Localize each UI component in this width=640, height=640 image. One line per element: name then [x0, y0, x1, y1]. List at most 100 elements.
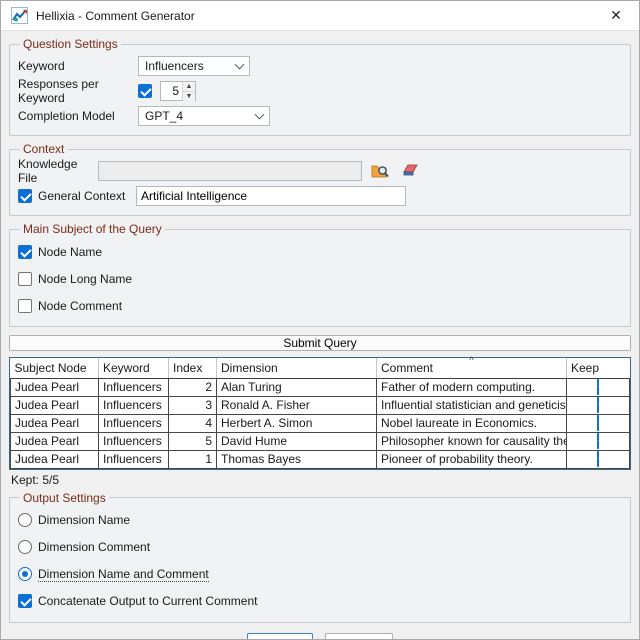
- cell-dimension[interactable]: Ronald A. Fisher: [216, 395, 377, 415]
- node-long-name-label: Node Long Name: [38, 271, 133, 286]
- context-legend: Context: [23, 142, 65, 156]
- dialog-footer: OK Cancel: [9, 627, 631, 639]
- cell-keyword[interactable]: Influencers: [98, 413, 169, 433]
- column-header-subject-node[interactable]: Subject Node: [10, 358, 99, 379]
- cell-index[interactable]: 4: [168, 413, 217, 433]
- cell-index[interactable]: 5: [168, 431, 217, 451]
- general-context-label: General Context: [38, 188, 126, 203]
- keyword-dropdown[interactable]: Influencers: [138, 55, 250, 76]
- cell-comment[interactable]: Philosopher known for causality theory.: [376, 431, 567, 451]
- node-comment-label: Node Comment: [38, 298, 123, 313]
- keep-checkbox[interactable]: [597, 451, 599, 467]
- concatenate-output-checkbox[interactable]: [18, 594, 32, 608]
- cell-subject-node[interactable]: Judea Pearl: [10, 413, 99, 433]
- table-row[interactable]: Judea Pearl Influencers 5 David Hume Phi…: [10, 431, 630, 451]
- responses-per-keyword-label: Responses per Keyword: [18, 76, 99, 105]
- node-name-row: Node Name: [18, 238, 622, 265]
- main-subject-group: Main Subject of the Query Node Name Node…: [9, 222, 631, 327]
- folder-search-icon: [371, 163, 389, 179]
- table-row[interactable]: Judea Pearl Influencers 2 Alan Turing Fa…: [10, 377, 630, 397]
- dimension-comment-radio[interactable]: [18, 540, 32, 554]
- table-row[interactable]: Judea Pearl Influencers 1 Thomas Bayes P…: [10, 449, 630, 469]
- window-title: Hellixia - Comment Generator: [36, 8, 195, 23]
- output-settings-legend: Output Settings: [23, 490, 106, 505]
- cell-dimension[interactable]: David Hume: [216, 431, 377, 451]
- keyword-value: Influencers: [145, 58, 204, 73]
- submit-query-button[interactable]: Submit Query: [9, 335, 631, 351]
- dimension-name-radio[interactable]: [18, 513, 32, 527]
- spinner-up-icon[interactable]: ▲: [183, 81, 195, 92]
- question-settings-group: Question Settings Keyword Influencers Re…: [9, 37, 631, 136]
- table-row[interactable]: Judea Pearl Influencers 3 Ronald A. Fish…: [10, 395, 630, 415]
- cell-index[interactable]: 3: [168, 395, 217, 415]
- column-header-dimension[interactable]: Dimension: [216, 358, 377, 379]
- cell-keyword[interactable]: Influencers: [98, 395, 169, 415]
- cell-subject-node[interactable]: Judea Pearl: [10, 449, 99, 469]
- cell-keep: [566, 431, 630, 451]
- cell-dimension[interactable]: Thomas Bayes: [216, 449, 377, 469]
- node-comment-checkbox[interactable]: [18, 298, 32, 313]
- dialog-content: Question Settings Keyword Influencers Re…: [1, 31, 639, 639]
- cell-index[interactable]: 2: [168, 377, 217, 397]
- dimension-name-and-comment-radio[interactable]: [18, 567, 32, 581]
- spinner-buttons: ▲ ▼: [182, 81, 195, 101]
- cell-keyword[interactable]: Influencers: [98, 431, 169, 451]
- responses-spinner[interactable]: 5 ▲ ▼: [160, 80, 196, 101]
- sort-ascending-icon: ^: [469, 355, 474, 365]
- ok-button[interactable]: OK: [247, 632, 314, 639]
- cell-keep: [566, 413, 630, 433]
- knowledge-file-input[interactable]: [98, 160, 362, 181]
- general-context-row: General Context: [18, 183, 622, 208]
- cell-dimension[interactable]: Herbert A. Simon: [216, 413, 377, 433]
- spinner-down-icon[interactable]: ▼: [183, 91, 195, 101]
- question-settings-legend: Question Settings: [23, 37, 118, 51]
- clear-knowledge-file-button[interactable]: [398, 161, 422, 181]
- title-bar: Hellixia - Comment Generator ✕: [1, 1, 639, 31]
- node-long-name-row: Node Long Name: [18, 265, 622, 292]
- table-header-row: Subject Node Keyword Index Dimension ^ C…: [10, 355, 630, 379]
- browse-knowledge-file-button[interactable]: [368, 161, 392, 181]
- concatenate-row: Concatenate Output to Current Comment: [18, 588, 622, 615]
- responses-per-keyword-checkbox[interactable]: [138, 83, 152, 98]
- results-table-container: Subject Node Keyword Index Dimension ^ C…: [9, 355, 631, 470]
- keyword-row: Keyword Influencers: [18, 53, 622, 78]
- column-header-keep[interactable]: Keep: [566, 358, 630, 379]
- node-long-name-checkbox[interactable]: [18, 271, 32, 286]
- keep-checkbox[interactable]: [597, 433, 599, 449]
- table-row[interactable]: Judea Pearl Influencers 4 Herbert A. Sim…: [10, 413, 630, 433]
- cell-comment[interactable]: Influential statistician and geneticist.: [376, 395, 567, 415]
- keep-checkbox[interactable]: [597, 415, 599, 431]
- general-context-checkbox[interactable]: [18, 188, 32, 203]
- cell-keyword[interactable]: Influencers: [98, 449, 169, 469]
- general-context-input[interactable]: [136, 185, 406, 206]
- output-settings-group: Output Settings Dimension Name Dimension…: [9, 490, 631, 623]
- cancel-button[interactable]: Cancel: [325, 632, 393, 639]
- chevron-down-icon: [234, 59, 245, 69]
- node-name-checkbox[interactable]: [18, 244, 32, 259]
- eraser-icon: [402, 163, 419, 178]
- column-header-comment[interactable]: ^ Comment: [376, 355, 567, 379]
- keep-checkbox[interactable]: [597, 379, 599, 395]
- dimension-name-and-comment-label: Dimension Name and Comment: [38, 566, 209, 582]
- comment-generator-dialog: Hellixia - Comment Generator ✕ Question …: [0, 0, 640, 640]
- close-button[interactable]: ✕: [603, 3, 629, 29]
- completion-model-dropdown[interactable]: GPT_4: [138, 105, 270, 126]
- cell-keep: [566, 395, 630, 415]
- column-header-keyword[interactable]: Keyword: [98, 358, 169, 379]
- cell-comment[interactable]: Father of modern computing.: [376, 377, 567, 397]
- cell-subject-node[interactable]: Judea Pearl: [10, 395, 99, 415]
- node-name-label: Node Name: [38, 244, 103, 259]
- cell-comment[interactable]: Nobel laureate in Economics.: [376, 413, 567, 433]
- cell-dimension[interactable]: Alan Turing: [216, 377, 377, 397]
- cell-index[interactable]: 1: [168, 449, 217, 469]
- dimension-name-and-comment-row: Dimension Name and Comment: [18, 561, 622, 588]
- cell-comment[interactable]: Pioneer of probability theory.: [376, 449, 567, 469]
- cell-subject-node[interactable]: Judea Pearl: [10, 377, 99, 397]
- column-header-index[interactable]: Index: [168, 358, 217, 379]
- app-icon: [11, 7, 28, 24]
- keep-checkbox[interactable]: [597, 397, 599, 413]
- cell-subject-node[interactable]: Judea Pearl: [10, 431, 99, 451]
- knowledge-file-label: Knowledge File: [18, 156, 78, 185]
- dimension-name-row: Dimension Name: [18, 507, 622, 534]
- cell-keyword[interactable]: Influencers: [98, 377, 169, 397]
